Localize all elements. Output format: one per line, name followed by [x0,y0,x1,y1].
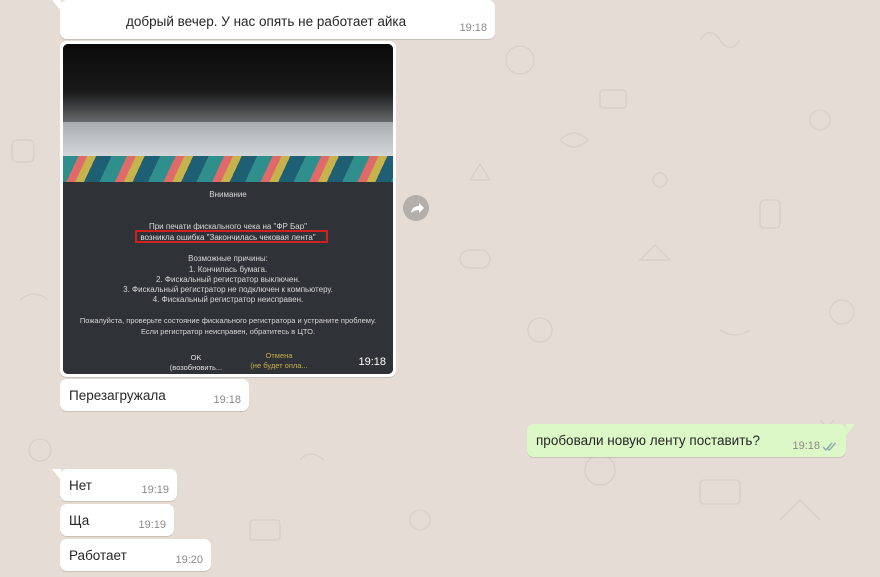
message-text: Ща [69,513,90,528]
photo-cause2: 2. Фискальный регистратор выключен. [156,275,300,284]
forward-button[interactable] [403,195,429,221]
photo-dialog-title: Внимание [209,190,247,199]
photo-banner-pattern [63,156,393,184]
bubble-tail [846,424,855,435]
photo-ok-button: OK (возобновить... [161,353,231,373]
message-time: 19:19 [141,484,169,496]
message-time: 19:18 [792,440,820,452]
photo-cancel-sublabel: (не будет опла... [250,361,308,370]
photo-cause4: 4. Фискальный регистратор неисправен. [152,295,304,304]
photo-cause1: 1. Кончилась бумага. [188,265,268,274]
message-incoming[interactable]: Ща 19:19 [60,504,174,536]
message-time: 19:20 [175,554,203,566]
photo-advice1: Пожалуйста, проверьте состояние фискальн… [79,316,377,325]
message-time: 19:19 [138,519,166,531]
error-screenshot-photo[interactable]: Внимание При печати фискального чека на … [63,44,393,374]
photo-red-highlight [135,230,328,243]
photo-causes-title: Возможные причины: [188,254,268,263]
message-text: добрый вечер. У нас опять не работает ай… [126,14,407,29]
photo-advice2: Если регистратор неисправен, обратитесь … [140,327,316,336]
message-time: 19:18 [459,22,487,34]
message-incoming[interactable]: добрый вечер. У нас опять не работает ай… [60,0,495,39]
photo-monitor-frame [63,44,393,124]
image-time: 19:18 [358,356,386,368]
message-time: 19:18 [213,394,241,406]
message-text: пробовали новую ленту поставить? [536,433,760,448]
photo-screen-glare [63,122,393,158]
image-message[interactable]: Внимание При печати фискального чека на … [60,41,396,377]
message-incoming[interactable]: Работает 19:20 [60,539,211,571]
photo-cancel-button: Отмена (не будет опла... [239,351,319,371]
message-incoming[interactable]: Перезагружала 19:18 [60,379,249,411]
photo-cancel-label: Отмена [265,351,293,360]
photo-ok-label: OK [190,353,202,362]
message-outgoing[interactable]: пробовали новую ленту поставить? 19:18 [527,424,846,457]
photo-cause3: 3. Фискальный регистратор не подключен к… [123,285,333,294]
forward-arrow-icon [411,203,424,213]
message-text: Нет [69,478,92,493]
message-text: Перезагружала [69,388,166,403]
double-check-icon [822,442,837,452]
photo-ok-sublabel: (возобновить... [169,363,223,372]
message-incoming[interactable]: Нет 19:19 [60,469,177,501]
message-text: Работает [69,548,127,563]
